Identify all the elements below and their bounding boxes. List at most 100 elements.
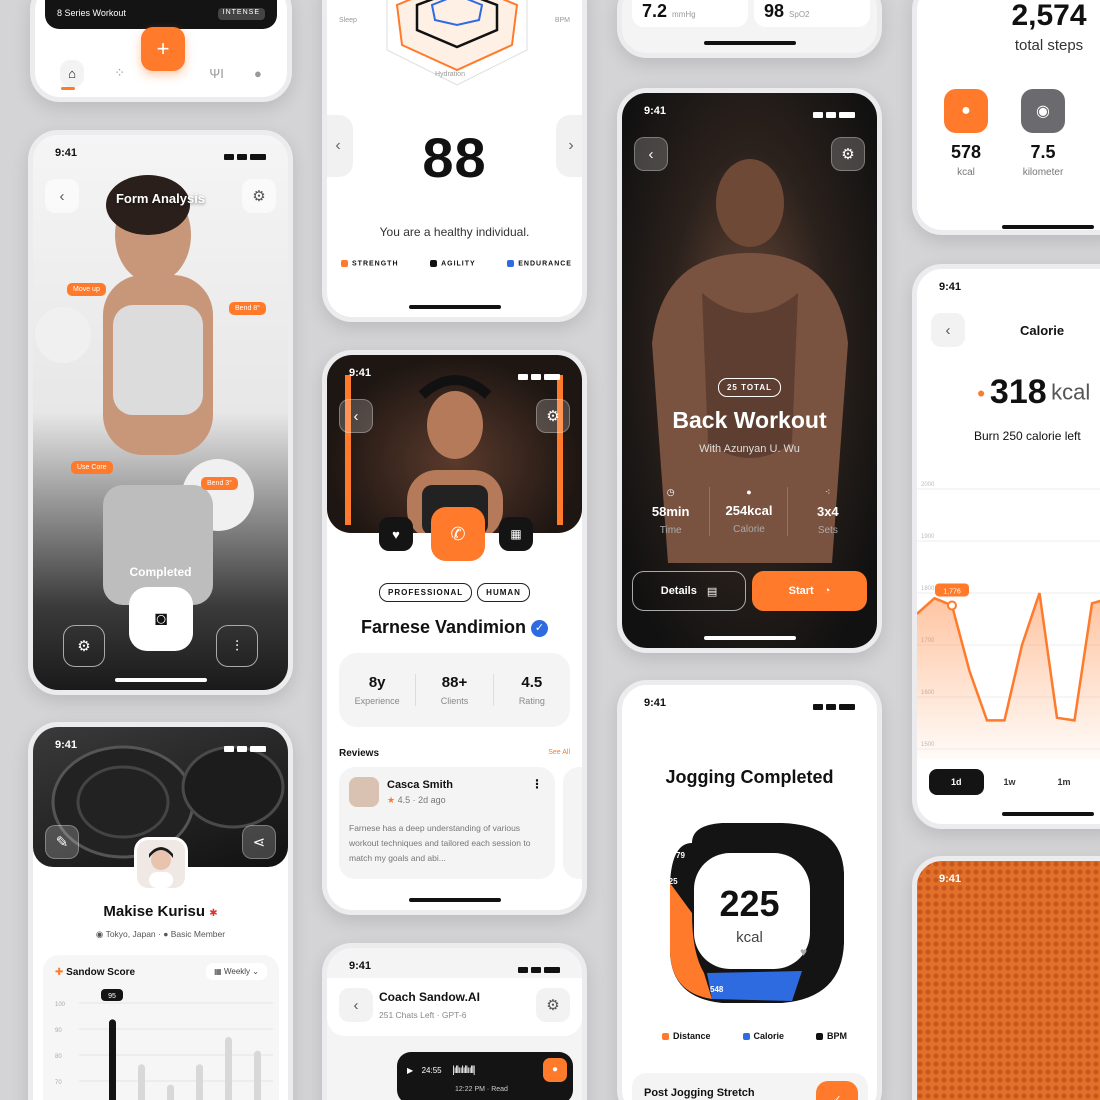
score-bar[interactable] xyxy=(196,1064,203,1100)
active-indicator xyxy=(61,87,75,90)
voice-message-bubble[interactable]: ▶ 24:55 |ıllıılıllııll| ● 12:22 PM · Rea… xyxy=(397,1052,573,1100)
send-button[interactable]: ● xyxy=(543,1058,567,1082)
audio-duration: 24:55 xyxy=(421,1066,442,1075)
user-avatar[interactable] xyxy=(134,837,188,891)
like-button[interactable]: ♥ xyxy=(379,517,413,551)
back-button[interactable]: ‹ xyxy=(634,137,668,171)
adjust-button[interactable]: ⫶ xyxy=(216,625,258,667)
tag-professional: PROFESSIONAL xyxy=(379,583,473,602)
back-button[interactable]: ‹ xyxy=(931,313,965,347)
back-button[interactable]: ‹ xyxy=(339,988,373,1022)
vital-unit-2: SpO2 xyxy=(789,10,810,19)
clock-icon: ◷ xyxy=(666,487,675,497)
km-label: kilometer xyxy=(1022,167,1064,178)
series-card[interactable]: 8 Series Workout INTENSE xyxy=(45,0,277,29)
kcal-icon-button[interactable]: ● xyxy=(944,89,988,133)
back-button[interactable]: ‹ xyxy=(339,399,373,433)
calendar-button[interactable]: ▦ xyxy=(499,517,533,551)
share-button[interactable]: ⋖ xyxy=(242,825,276,859)
activity-icon[interactable]: ⁘ xyxy=(114,65,125,81)
range-1d[interactable]: 1d xyxy=(929,769,984,795)
start-button[interactable]: Start ◔ xyxy=(752,571,867,611)
settings-button[interactable]: ⚙ xyxy=(536,988,570,1022)
gear-icon: ⚙ xyxy=(77,638,91,655)
legend-distance: Distance xyxy=(662,1031,711,1041)
review-text: Farnese has a deep understanding of vari… xyxy=(349,823,531,863)
score-bar[interactable] xyxy=(109,1019,116,1100)
form-tag-move-up: Move up xyxy=(67,283,106,296)
review-menu[interactable]: ⋮ xyxy=(531,777,543,791)
score-bar[interactable] xyxy=(225,1037,232,1100)
flame-icon: ● xyxy=(746,487,752,497)
location-icon: ◉ xyxy=(1036,103,1050,120)
km-icon-button[interactable]: ◉ xyxy=(1021,89,1065,133)
star-icon: ★ xyxy=(387,795,396,805)
jogging-kcal-value: 225 xyxy=(719,883,780,924)
score-bar[interactable] xyxy=(167,1084,174,1100)
tooltip-label: 1,776 xyxy=(943,588,961,595)
texture-phone: 9:41 xyxy=(912,856,1100,1100)
plus-icon: ✚ xyxy=(55,967,64,978)
radar-label-sleep: Sleep xyxy=(339,17,357,24)
total-badge: 25 TOTAL xyxy=(717,378,782,397)
y-tick-label: 70 xyxy=(55,1080,62,1086)
home-icon[interactable]: ⌂ xyxy=(60,59,84,87)
calorie-value: 318 xyxy=(989,373,1047,411)
range-1m[interactable]: 1m xyxy=(1036,769,1093,795)
check-button[interactable]: ✓ xyxy=(816,1081,858,1100)
gear-icon: ⚙ xyxy=(546,997,560,1014)
settings-button[interactable]: ⚙ xyxy=(536,399,570,433)
workout-nav-phone: 8 Series Workout INTENSE + ⌂ ⁘ ΨI ● xyxy=(30,0,292,102)
vital-value-1: 7.2 xyxy=(642,1,668,21)
settings-button[interactable]: ⚙ xyxy=(242,179,276,213)
selected-point[interactable] xyxy=(947,600,957,611)
status-time: 9:41 xyxy=(349,960,372,972)
review-card[interactable]: Casca Smith ★ 4.5 · 2d ago ⋮ Farnese has… xyxy=(339,767,555,879)
jogging-kcal-unit: kcal xyxy=(736,929,763,946)
pencil-icon: ✎ xyxy=(55,834,69,851)
review-card-next[interactable] xyxy=(563,767,582,879)
user-location: Tokyo, Japan xyxy=(105,929,156,939)
y-tick-label: 100 xyxy=(55,1002,66,1008)
ring-seg-79: 79 xyxy=(676,851,685,860)
see-all-link[interactable]: See All xyxy=(548,749,570,756)
edit-button[interactable]: ✎ xyxy=(45,825,79,859)
score-bar[interactable] xyxy=(254,1050,261,1100)
trainer-profile-phone: 9:41 ‹ ⚙ ♥ ✆ ▦ PROFESSIONAL HUMAN Farnes… xyxy=(322,350,587,915)
post-stretch-label: Post Jogging Stretch xyxy=(644,1087,755,1099)
profile-icon[interactable]: ● xyxy=(254,66,262,81)
score-bar[interactable] xyxy=(138,1064,145,1100)
reviewer-avatar xyxy=(349,777,379,807)
status-time: 9:41 xyxy=(644,697,667,709)
document-icon: ▤ xyxy=(706,585,718,598)
vital-card-2[interactable]: 98 SpO2 xyxy=(754,0,870,27)
trainer-name: Farnese Vandimion xyxy=(360,617,527,637)
settings-tool-button[interactable]: ⚙ xyxy=(63,625,105,667)
phone-icon: ✆ xyxy=(450,523,466,544)
calorie-phone: 9:41 ‹ Calorie ● 318 kcal Burn 250 calor… xyxy=(912,264,1100,829)
range-1w[interactable]: 1w xyxy=(992,769,1028,795)
score-title: ✚ Sandow Score xyxy=(55,967,136,978)
play-icon[interactable]: ▶ xyxy=(407,1066,413,1075)
food-icon[interactable]: ΨI xyxy=(209,66,223,81)
gear-icon: ⚙ xyxy=(252,188,266,205)
trainer-stats: 8y Experience 88+ Clients 4.5 Rating xyxy=(339,653,570,727)
stat-time: ◷ 58min Time xyxy=(632,487,710,536)
camera-button[interactable]: ◙ xyxy=(129,587,193,651)
form-tag-use-core: Use Core xyxy=(71,461,113,474)
health-score: 88 xyxy=(422,126,487,189)
status-time: 9:41 xyxy=(349,367,372,379)
calorie-value-row: ● 318 kcal xyxy=(977,373,1090,412)
waveform: |ıllıılıllııll| xyxy=(452,1065,475,1076)
form-tag-bend-3: Bend 3° xyxy=(201,477,238,490)
post-stretch-card[interactable]: Post Jogging Stretch ✓ xyxy=(632,1073,868,1100)
status-time: 9:41 xyxy=(644,105,667,117)
range-dropdown[interactable]: ▦ Weekly ⌄ xyxy=(206,963,267,980)
vital-card-1[interactable]: 7.2 mmHg xyxy=(632,0,748,27)
details-button[interactable]: Details ▤ xyxy=(632,571,746,611)
health-message: You are a healthy individual. xyxy=(379,225,530,239)
km-value: 7.5 xyxy=(1030,142,1056,162)
camera-icon: ◙ xyxy=(154,607,168,630)
settings-button[interactable]: ⚙ xyxy=(831,137,865,171)
call-button[interactable]: ✆ xyxy=(431,507,485,561)
